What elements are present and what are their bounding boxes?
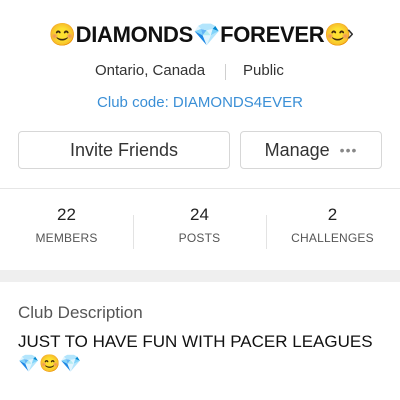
club-stats: 22 MEMBERS 24 POSTS 2 CHALLENGES (0, 205, 400, 257)
more-dots-icon: ••• (339, 142, 358, 158)
club-description-heading: Club Description (18, 303, 143, 322)
chevron-right-icon[interactable]: › (347, 20, 354, 46)
stat-challenges[interactable]: 2 CHALLENGES (266, 205, 399, 245)
stat-value: 24 (190, 205, 209, 224)
club-location: Ontario, Canada (95, 62, 206, 79)
manage-button[interactable]: Manage ••• (240, 131, 382, 169)
stat-divider (133, 215, 134, 249)
club-meta: Ontario, Canada Public (0, 62, 400, 82)
club-header: 😊DIAMONDS💎FOREVER😊 › (0, 18, 400, 54)
invite-friends-label: Invite Friends (69, 139, 179, 160)
stat-divider (266, 215, 267, 249)
stat-value: 2 (327, 205, 338, 224)
club-description-text: JUST TO HAVE FUN WITH PACER LEAGUES 💎😊💎 (18, 332, 373, 373)
club-visibility: Public (243, 62, 284, 79)
invite-friends-button[interactable]: Invite Friends (18, 131, 230, 169)
section-separator-band (0, 270, 400, 282)
meta-divider (225, 64, 226, 80)
stat-label: POSTS (178, 231, 221, 245)
stat-posts[interactable]: 24 POSTS (133, 205, 266, 245)
stat-value: 22 (57, 205, 76, 224)
stat-members[interactable]: 22 MEMBERS (0, 205, 133, 245)
section-divider (0, 188, 400, 189)
stat-label: MEMBERS (35, 231, 98, 245)
club-code-link[interactable]: Club code: DIAMONDS4EVER (0, 94, 400, 111)
stat-label: CHALLENGES (291, 231, 374, 245)
club-name-title[interactable]: 😊DIAMONDS💎FOREVER😊 (0, 22, 400, 48)
manage-label: Manage (264, 139, 330, 160)
